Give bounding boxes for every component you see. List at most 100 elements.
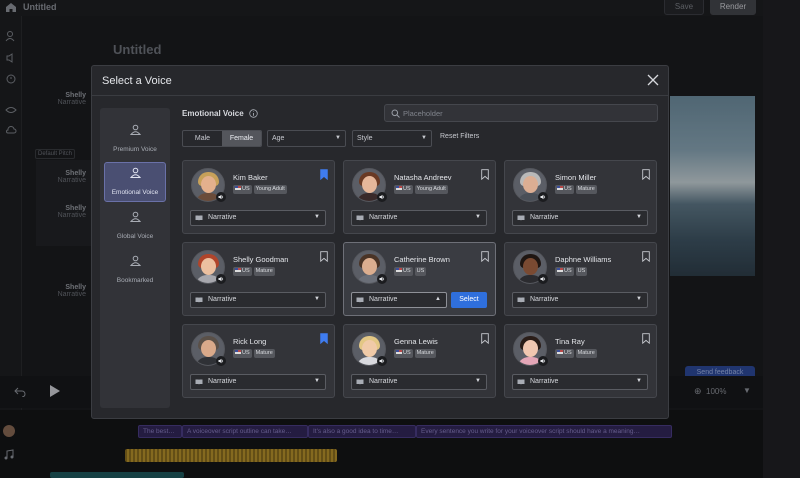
speaker-icon [218,276,224,282]
preview-audio-button[interactable] [216,192,226,202]
bookmark-icon[interactable] [320,169,328,180]
voice-card[interactable]: Natasha Andreev US Young Adult Narrative … [343,160,496,234]
voice-style-dropdown[interactable]: Narrative ▼ [190,374,326,390]
bookmark-icon[interactable] [481,251,489,262]
voice-style-dropdown[interactable]: Narrative ▼ [512,292,648,308]
sidebar-item-label: Premium Voice [113,146,157,153]
voice-tag: US [233,185,252,194]
speaker-icon [218,358,224,364]
voice-card[interactable]: Rick Long US Mature Narrative ▼ [182,324,335,398]
voice-name: Genna Lewis [394,337,438,346]
voice-style-dropdown[interactable]: Narrative ▼ [351,374,487,390]
style-dropdown-label: Style [357,135,373,142]
sidebar-item-premium-voice[interactable]: Premium Voice [100,120,170,160]
voice-tag: Young Adult [414,185,448,194]
preview-audio-button[interactable] [538,356,548,366]
preview-audio-button[interactable] [216,274,226,284]
voice-style-dropdown[interactable]: Narrative ▼ [512,210,648,226]
bookmark-icon[interactable] [642,333,650,344]
bookmark-icon[interactable] [320,251,328,262]
sidebar-item-label: Global Voice [116,233,154,240]
voice-card[interactable]: Simon Miller US Mature Narrative ▼ [504,160,657,234]
voice-tag: US [394,185,413,194]
voice-style-label: Narrative [369,214,398,221]
voice-tags: US Mature [233,349,277,358]
voice-tags: US Mature [555,349,599,358]
us-flag-icon [557,268,563,272]
voice-card[interactable]: Kim Baker US Young Adult Narrative ▼ [182,160,335,234]
bookmark-icon[interactable] [642,251,650,262]
reset-filters-button[interactable]: Reset Filters [440,133,479,140]
voice-tag-text: US [403,268,411,274]
preview-audio-button[interactable] [377,356,387,366]
voice-style-dropdown[interactable]: Narrative ▼ [190,292,326,308]
voice-name: Rick Long [233,337,267,346]
voice-tag-text: US [242,186,250,192]
voice-tag: Young Adult [253,185,287,194]
voice-card[interactable]: Daphne Williams US US Narrative ▼ [504,242,657,316]
preview-audio-button[interactable] [377,274,387,284]
avatar-face [362,258,377,275]
sidebar-item-global-voice[interactable]: Global Voice [100,207,170,247]
age-dropdown[interactable]: Age ▼ [267,130,346,147]
voice-tag-text: US [242,268,250,274]
book-icon [517,379,525,385]
preview-audio-button[interactable] [538,192,548,202]
us-flag-icon [396,268,402,272]
voice-tag-text: Mature [577,186,595,192]
search-input[interactable] [403,107,643,119]
chevron-down-icon: ▼ [636,214,642,220]
chevron-down-icon: ▼ [421,135,427,141]
voice-style-dropdown[interactable]: Narrative ▲ [351,292,447,308]
us-flag-icon [557,350,563,354]
style-dropdown[interactable]: Style ▼ [352,130,432,147]
voice-tag: US [233,349,252,358]
voice-tag: US [394,267,413,276]
voice-tag: US [394,349,413,358]
voice-name: Tina Ray [555,337,585,346]
bookmark-icon[interactable] [320,333,328,344]
us-flag-icon [396,350,402,354]
preview-audio-button[interactable] [377,192,387,202]
bookmark-icon[interactable] [642,169,650,180]
voice-tag-text: US [242,350,250,356]
chevron-down-icon: ▼ [314,296,320,302]
voice-card[interactable]: Shelly Goodman US Mature Narrative ▼ [182,242,335,316]
bookmark-icon[interactable] [481,169,489,180]
sidebar-item-bookmarked[interactable]: Bookmarked [100,251,170,291]
voice-style-dropdown[interactable]: Narrative ▼ [190,210,326,226]
voice-style-label: Narrative [369,378,398,385]
avatar-face [201,340,216,357]
book-icon [356,379,364,385]
voice-card[interactable]: Catherine Brown US US Narrative ▲ Select [343,242,496,316]
book-icon [356,215,364,221]
select-voice-modal: Select a Voice Premium Voice Emotional V… [91,65,669,419]
chevron-down-icon: ▼ [475,378,481,384]
select-voice-button[interactable]: Select [451,292,487,308]
us-flag-icon [235,186,241,190]
speaker-icon [540,358,546,364]
bookmark-icon[interactable] [481,333,489,344]
gender-male-button[interactable]: Male [183,131,222,146]
speaker-icon [540,194,546,200]
voice-tag-text: US [403,186,411,192]
sidebar-item-emotional-voice[interactable]: Emotional Voice [104,162,166,202]
book-icon [195,215,203,221]
voice-tag: US [555,267,574,276]
preview-audio-button[interactable] [216,356,226,366]
voice-style-dropdown[interactable]: Narrative ▼ [351,210,487,226]
voice-style-label: Narrative [208,296,237,303]
voice-style-dropdown[interactable]: Narrative ▼ [512,374,648,390]
gender-female-button[interactable]: Female [222,131,261,146]
info-icon[interactable] [249,109,258,118]
us-flag-icon [396,186,402,190]
preview-audio-button[interactable] [538,274,548,284]
voice-card[interactable]: Genna Lewis US Mature Narrative ▼ [343,324,496,398]
voice-card[interactable]: Tina Ray US Mature Narrative ▼ [504,324,657,398]
speaker-icon [218,194,224,200]
voice-tags: US Mature [555,185,599,194]
voice-tag: US [233,267,252,276]
voice-tags: US Mature [233,267,277,276]
voice-tag: US [555,185,574,194]
close-icon[interactable] [646,73,660,87]
